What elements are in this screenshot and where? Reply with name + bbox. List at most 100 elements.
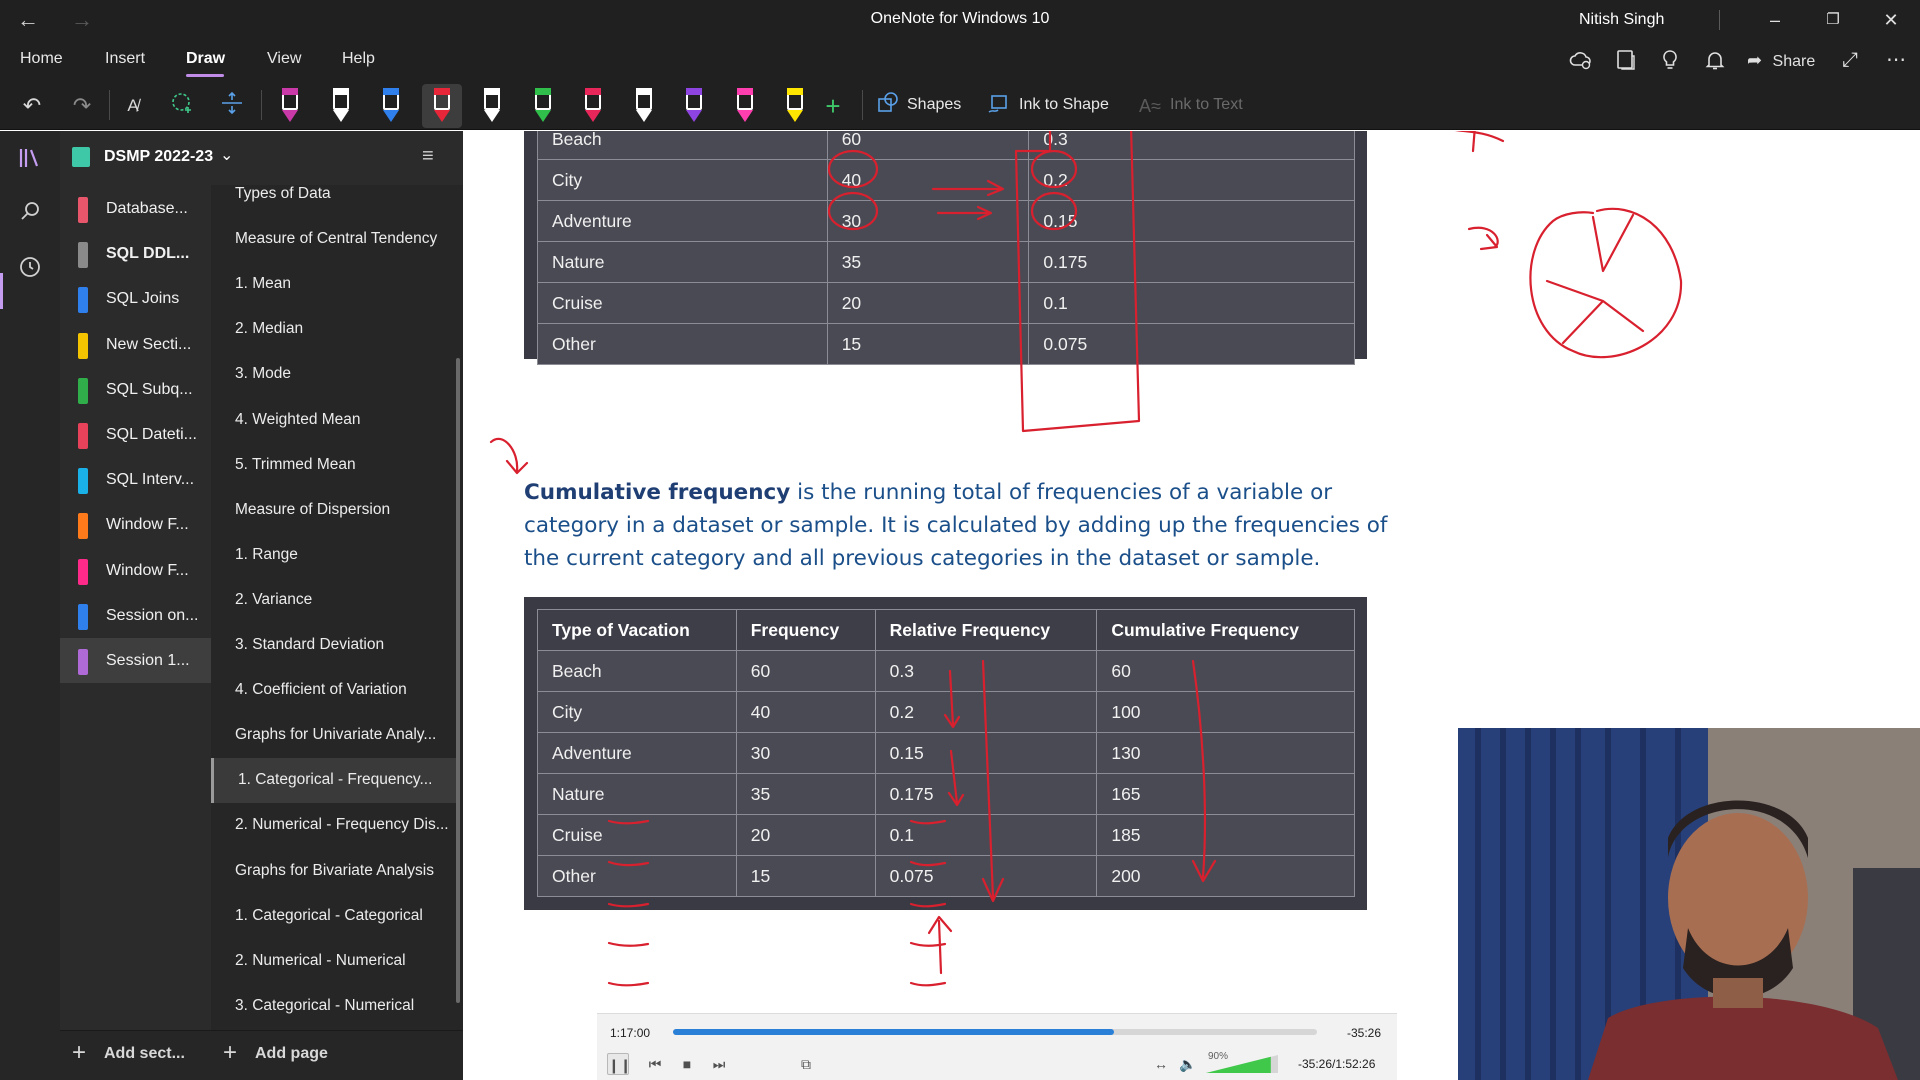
- shapes-icon[interactable]: [872, 90, 904, 122]
- table-cell[interactable]: 15: [826, 323, 1030, 365]
- pen-1[interactable]: [270, 84, 310, 128]
- pen-5[interactable]: [472, 84, 512, 128]
- table-cell[interactable]: 40: [826, 159, 1030, 201]
- pen-6[interactable]: [523, 84, 563, 128]
- table-cell[interactable]: 0.175: [1028, 241, 1355, 283]
- close-icon[interactable]: ✕: [1868, 4, 1914, 36]
- shapes-button[interactable]: Shapes: [907, 96, 961, 114]
- restore-icon[interactable]: ❐: [1810, 4, 1856, 36]
- page-item[interactable]: 2. Median: [211, 307, 458, 352]
- pages-scrollbar[interactable]: [456, 358, 460, 1003]
- table-cell[interactable]: 0.1: [874, 814, 1098, 856]
- previous-icon[interactable]: ⏮: [644, 1053, 666, 1075]
- table-cell[interactable]: Beach: [537, 650, 737, 692]
- table-cell[interactable]: 130: [1096, 732, 1355, 774]
- table-cell[interactable]: 0.15: [1028, 200, 1355, 242]
- table-cell[interactable]: 0.1: [1028, 282, 1355, 324]
- table-cell[interactable]: 15: [735, 855, 876, 897]
- sync-icon[interactable]: [1569, 48, 1593, 72]
- section-item[interactable]: Session 1...: [60, 638, 211, 683]
- section-item[interactable]: SQL Joins: [60, 276, 211, 321]
- column-header[interactable]: Relative Frequency: [874, 609, 1098, 651]
- lasso-select-icon[interactable]: [166, 90, 198, 122]
- tab-view[interactable]: View: [267, 50, 301, 68]
- table-cell[interactable]: 0.15: [874, 732, 1098, 774]
- table-cell[interactable]: 0.3: [874, 650, 1098, 692]
- ink-to-text-icon[interactable]: A≈: [1134, 90, 1166, 122]
- fullscreen-icon[interactable]: ⤢: [1842, 48, 1858, 72]
- table-cell[interactable]: 0.2: [1028, 159, 1355, 201]
- volume-icon[interactable]: 🔈: [1177, 1053, 1199, 1075]
- add-section-button[interactable]: Add sect...: [104, 1045, 185, 1063]
- page-item[interactable]: 2. Numerical - Frequency Dis...: [211, 803, 458, 848]
- forward-arrow-icon[interactable]: →: [64, 6, 100, 34]
- pen-7[interactable]: [573, 84, 613, 128]
- table-cell[interactable]: 20: [735, 814, 876, 856]
- section-item[interactable]: Session on...: [60, 593, 211, 638]
- back-arrow-icon[interactable]: ←: [10, 6, 46, 34]
- notebooks-icon[interactable]: [14, 145, 46, 177]
- stop-icon[interactable]: ■: [676, 1053, 698, 1075]
- table-cell[interactable]: 185: [1096, 814, 1355, 856]
- pen-2[interactable]: [321, 84, 361, 128]
- page-item[interactable]: 1. Mean: [211, 262, 458, 307]
- page-item[interactable]: 3. Categorical - Numerical: [211, 984, 458, 1029]
- sort-pages-icon[interactable]: ≡: [422, 145, 434, 168]
- table-cell[interactable]: 60: [826, 131, 1030, 160]
- add-page-icon[interactable]: +: [223, 1039, 237, 1067]
- page-item[interactable]: 2. Numerical - Numerical: [211, 939, 458, 984]
- table-cell[interactable]: Other: [537, 323, 828, 365]
- table-cell[interactable]: Adventure: [537, 732, 737, 774]
- table-cell[interactable]: Nature: [537, 241, 828, 283]
- page-item[interactable]: 4. Weighted Mean: [211, 398, 458, 443]
- pen-10[interactable]: [725, 84, 765, 128]
- ink-to-shape-button[interactable]: Ink to Shape: [1019, 96, 1109, 114]
- column-header[interactable]: Frequency: [735, 609, 876, 651]
- next-icon[interactable]: ⏭: [708, 1053, 730, 1075]
- add-space-icon[interactable]: [216, 90, 248, 122]
- notebook-name[interactable]: DSMP 2022-23: [104, 148, 213, 166]
- table-cell[interactable]: Nature: [537, 773, 737, 815]
- page-item[interactable]: 2. Variance: [211, 578, 458, 623]
- section-item[interactable]: SQL DDL...: [60, 231, 211, 276]
- pen-3[interactable]: [371, 84, 411, 128]
- table-cell[interactable]: Beach: [537, 131, 828, 160]
- seek-bar[interactable]: [673, 1029, 1317, 1035]
- pen-4-selected[interactable]: [421, 84, 462, 128]
- table-cell[interactable]: 0.075: [874, 855, 1098, 897]
- table-cell[interactable]: 35: [826, 241, 1030, 283]
- table-cell[interactable]: City: [537, 159, 828, 201]
- add-pen-icon[interactable]: +: [817, 90, 849, 122]
- table-cell[interactable]: 35: [735, 773, 876, 815]
- ink-to-text-button[interactable]: Ink to Text: [1170, 96, 1243, 114]
- recent-notes-icon[interactable]: [14, 255, 46, 287]
- page-item[interactable]: Types of Data: [211, 172, 458, 217]
- add-section-icon[interactable]: +: [72, 1039, 86, 1067]
- chevron-down-icon[interactable]: ⌄: [220, 145, 233, 165]
- section-item[interactable]: Database...: [60, 186, 211, 231]
- redo-icon[interactable]: ↷: [66, 90, 98, 122]
- table-cell[interactable]: 0.175: [874, 773, 1098, 815]
- tab-home[interactable]: Home: [20, 50, 63, 68]
- ink-to-shape-icon[interactable]: [983, 90, 1015, 122]
- table-cell[interactable]: Cruise: [537, 814, 737, 856]
- table-cell[interactable]: Adventure: [537, 200, 828, 242]
- column-header[interactable]: Cumulative Frequency: [1096, 609, 1355, 651]
- table-cell[interactable]: City: [537, 691, 737, 733]
- minimize-player-icon[interactable]: ⧉: [795, 1053, 817, 1075]
- table-cell[interactable]: 200: [1096, 855, 1355, 897]
- table-cell[interactable]: 60: [735, 650, 876, 692]
- page-item[interactable]: 3. Mode: [211, 352, 458, 397]
- page-item[interactable]: 4. Coefficient of Variation: [211, 668, 458, 713]
- section-item[interactable]: SQL Interv...: [60, 457, 211, 502]
- pen-11[interactable]: [775, 84, 815, 128]
- user-name[interactable]: Nitish Singh: [1579, 11, 1664, 29]
- section-item[interactable]: SQL Subq...: [60, 367, 211, 412]
- table-cell[interactable]: 100: [1096, 691, 1355, 733]
- share-button[interactable]: ➦ Share: [1747, 48, 1815, 72]
- resize-icon[interactable]: ↔: [1150, 1053, 1172, 1075]
- table-cell[interactable]: 0.075: [1028, 323, 1355, 365]
- page-item[interactable]: Graphs for Univariate Analy...: [211, 713, 458, 758]
- pen-8[interactable]: [624, 84, 664, 128]
- tab-draw[interactable]: Draw: [186, 50, 225, 68]
